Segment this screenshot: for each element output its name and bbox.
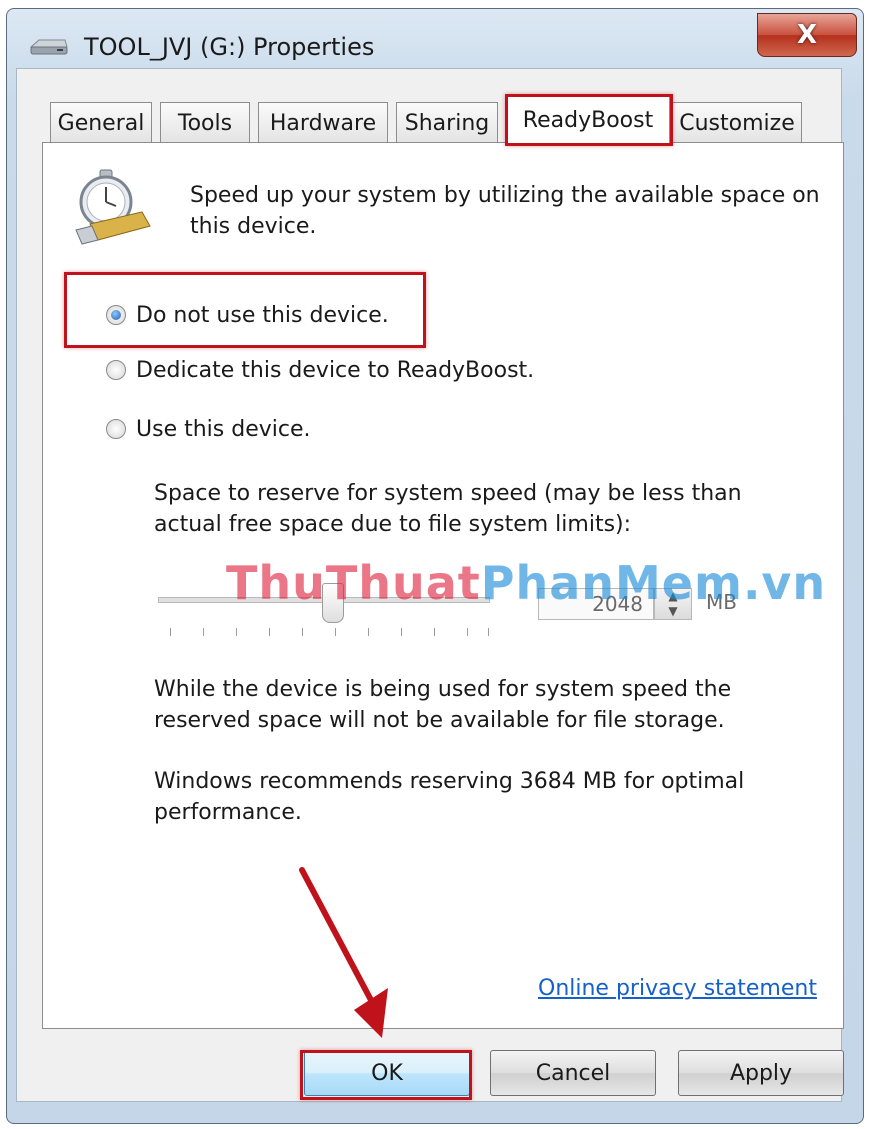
window-title: TOOL_JVJ (G:) Properties: [84, 33, 375, 61]
option-dedicate[interactable]: Dedicate this device to ReadyBoost.: [106, 355, 534, 385]
option-dedicate-label: Dedicate this device to ReadyBoost.: [136, 357, 535, 383]
reserve-space-label: Space to reserve for system speed (may b…: [154, 481, 742, 537]
close-icon: X: [796, 20, 818, 50]
readyboost-description: Speed up your system by utilizing the av…: [190, 183, 820, 239]
slider-tick: [302, 628, 303, 636]
slider-tick: [335, 628, 336, 636]
radio-dedicate[interactable]: [106, 360, 126, 380]
tab-tools[interactable]: Tools: [160, 102, 250, 143]
option-use-device[interactable]: Use this device.: [106, 414, 311, 444]
slider-tick: [269, 628, 270, 636]
option-use-device-label: Use this device.: [136, 416, 311, 442]
privacy-statement-link[interactable]: Online privacy statement: [538, 976, 817, 1001]
apply-button[interactable]: Apply: [678, 1050, 844, 1096]
slider-tick: [434, 628, 435, 636]
slider-tick: [236, 628, 237, 636]
highlight-do-not-use-option: [64, 272, 426, 348]
watermark-part1: ThuThuat: [226, 556, 481, 610]
radio-use-device[interactable]: [106, 419, 126, 439]
slider-tick: [170, 628, 171, 636]
tab-hardware[interactable]: Hardware: [258, 102, 388, 143]
recommendation-text: Windows recommends reserving 3684 MB for…: [154, 769, 745, 825]
slider-tick: [488, 628, 489, 636]
tab-sharing[interactable]: Sharing: [396, 102, 498, 143]
watermark: ThuThuatPhanMem.vn: [226, 556, 826, 610]
slider-tick: [401, 628, 402, 636]
tab-general[interactable]: General: [50, 102, 152, 143]
drive-icon: [29, 39, 68, 55]
arrow-icon: [299, 867, 388, 1038]
readyboost-stopwatch-icon: [75, 169, 151, 245]
slider-tick: [467, 628, 468, 636]
title-bar[interactable]: TOOL_JVJ (G:) Properties X: [7, 9, 863, 73]
watermark-part2: PhanMem.vn: [480, 556, 827, 610]
close-button[interactable]: X: [757, 13, 857, 57]
highlight-readyboost-tab: [505, 94, 673, 146]
slider-tick: [368, 628, 369, 636]
storage-note: While the device is being used for syste…: [154, 677, 732, 733]
tab-customize[interactable]: Customize: [672, 102, 802, 143]
cancel-button[interactable]: Cancel: [490, 1050, 656, 1096]
slider-tick: [203, 628, 204, 636]
highlight-ok-button: [300, 1050, 472, 1100]
